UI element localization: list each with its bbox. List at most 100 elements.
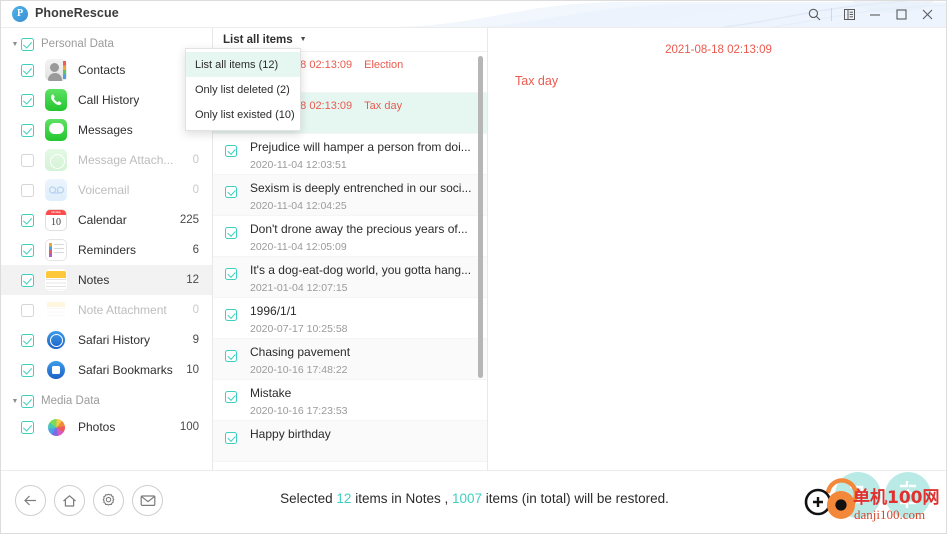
list-item-title: Chasing pavement: [250, 345, 351, 359]
note-detail-date: 2021-08-18 02:13:09: [665, 44, 772, 56]
close-button[interactable]: [914, 1, 940, 27]
sidebar-item-voicemail[interactable]: Voicemail 0: [1, 175, 212, 205]
app-logo-icon: P: [12, 6, 28, 22]
list-item[interactable]: Chasing pavement 2020-10-16 17:48:22: [213, 339, 487, 380]
list-item-checkbox[interactable]: [225, 432, 237, 444]
minimize-button[interactable]: [862, 1, 888, 27]
status-middle: items in Notes ,: [351, 491, 452, 506]
list-item[interactable]: Sexism is deeply entrenched in our soci.…: [213, 175, 487, 216]
group-label: Media Data: [41, 395, 100, 407]
status-text: Selected 12 items in Notes , 1007 items …: [1, 491, 946, 506]
sidebar-item-calendar[interactable]: Monday 10 Calendar 225: [1, 205, 212, 235]
footer-bar: Selected 12 items in Notes , 1007 items …: [1, 470, 946, 533]
menu-item-only-existed[interactable]: Only list existed (10): [186, 102, 300, 127]
item-checkbox[interactable]: [21, 333, 34, 347]
reminders-icon: [45, 239, 67, 261]
item-checkbox[interactable]: [21, 273, 34, 287]
sidebar-group-media-data[interactable]: ▼ Media Data: [1, 390, 212, 412]
item-checkbox[interactable]: [21, 243, 34, 257]
item-checkbox[interactable]: [21, 363, 34, 377]
item-label: Call History: [78, 93, 140, 107]
list-item-title: Tax day: [364, 100, 403, 112]
status-total-count: 1007: [452, 491, 483, 506]
item-checkbox[interactable]: [21, 63, 34, 77]
item-count: 12: [186, 274, 199, 286]
sidebar-group-personal-data[interactable]: ▼ Personal Data: [1, 33, 212, 55]
safari-bookmarks-icon: [45, 359, 67, 381]
list-item-date: 2020-10-16 17:48:22: [250, 364, 348, 376]
sidebar-item-photos[interactable]: Photos 100: [1, 412, 212, 442]
list-item[interactable]: Don't drone away the precious years of..…: [213, 216, 487, 257]
sidebar-item-contacts[interactable]: Contacts: [1, 55, 212, 85]
list-item-checkbox[interactable]: [225, 227, 237, 239]
sidebar-item-message-attachments[interactable]: Message Attach... 0: [1, 145, 212, 175]
chevron-down-icon[interactable]: ▼: [9, 398, 21, 405]
notes-icon: [45, 269, 67, 291]
item-label: Messages: [78, 123, 133, 137]
sidebar-item-call-history[interactable]: Call History: [1, 85, 212, 115]
chevron-down-icon[interactable]: ▼: [9, 41, 21, 48]
sidebar-item-reminders[interactable]: Reminders 6: [1, 235, 212, 265]
item-count: 10: [186, 364, 199, 376]
svg-text:danji100.com: danji100.com: [854, 507, 925, 522]
item-checkbox[interactable]: [21, 153, 34, 167]
photos-icon: [45, 416, 67, 438]
item-label: Safari Bookmarks: [78, 363, 173, 377]
menu-item-list-all[interactable]: List all items (12): [186, 52, 300, 77]
list-item-date: 2021-01-04 12:07:15: [250, 282, 348, 294]
item-checkbox[interactable]: [21, 183, 34, 197]
item-checkbox[interactable]: [21, 123, 34, 137]
contacts-icon: [45, 59, 67, 81]
menu-item-only-deleted[interactable]: Only list deleted (2): [186, 77, 300, 102]
app-window: P PhoneRescue ▼ Personal Data Contacts C…: [0, 0, 947, 534]
app-logo-letter: P: [16, 8, 24, 19]
list-item-title: Election: [364, 59, 404, 71]
list-item-checkbox[interactable]: [225, 350, 237, 362]
list-item[interactable]: Prejudice will hamper a person from doi.…: [213, 134, 487, 175]
list-item[interactable]: It's a dog-eat-dog world, you gotta hang…: [213, 257, 487, 298]
item-checkbox[interactable]: [21, 93, 34, 107]
item-checkbox[interactable]: [21, 213, 34, 227]
list-item-checkbox[interactable]: [225, 268, 237, 280]
controls-divider: [831, 8, 832, 21]
list-item-title: 1996/1/1: [250, 304, 297, 318]
search-icon[interactable]: [801, 1, 827, 27]
list-item[interactable]: 1996/1/1 2020-07-17 10:25:58: [213, 298, 487, 339]
group-checkbox[interactable]: [21, 37, 34, 51]
status-prefix: Selected: [280, 491, 337, 506]
list-item-title: Prejudice will hamper a person from doi.…: [250, 140, 471, 154]
maximize-button[interactable]: [888, 1, 914, 27]
list-item[interactable]: Happy birthday: [213, 421, 487, 462]
list-item-date: 2020-11-04 12:04:25: [250, 200, 347, 212]
list-item-checkbox[interactable]: [225, 391, 237, 403]
panel-icon[interactable]: [836, 1, 862, 27]
item-checkbox[interactable]: [21, 303, 34, 317]
list-item-title: Mistake: [250, 386, 292, 400]
sidebar-item-safari-history[interactable]: Safari History 9: [1, 325, 212, 355]
item-checkbox[interactable]: [21, 420, 34, 434]
calendar-icon-day: 10: [51, 217, 61, 228]
item-label: Contacts: [78, 63, 126, 77]
list-item-checkbox[interactable]: [225, 309, 237, 321]
status-suffix: items (in total) will be restored.: [482, 491, 669, 506]
group-checkbox[interactable]: [21, 394, 34, 408]
sidebar: ▼ Personal Data Contacts Call History Me…: [1, 28, 213, 472]
sidebar-item-note-attachment[interactable]: Note Attachment 0: [1, 295, 212, 325]
voicemail-icon: [45, 179, 67, 201]
item-count: 100: [179, 421, 199, 433]
list-item[interactable]: Mistake 2020-10-16 17:23:53: [213, 380, 487, 421]
sidebar-item-safari-bookmarks[interactable]: Safari Bookmarks 10: [1, 355, 212, 385]
chevron-down-icon: ▼: [299, 36, 307, 43]
list-item-checkbox[interactable]: [225, 145, 237, 157]
list-filter-label: List all items: [223, 33, 293, 46]
sidebar-item-notes[interactable]: Notes 12: [1, 265, 212, 295]
item-label: Safari History: [78, 333, 151, 347]
sidebar-item-messages[interactable]: Messages: [1, 115, 212, 145]
list-item-checkbox[interactable]: [225, 186, 237, 198]
item-count: 0: [192, 304, 199, 316]
item-label: Reminders: [78, 243, 137, 257]
item-label: Calendar: [78, 213, 127, 227]
status-selected-count: 12: [336, 491, 352, 506]
item-label: Note Attachment: [78, 303, 167, 317]
list-scrollbar[interactable]: [478, 56, 483, 378]
